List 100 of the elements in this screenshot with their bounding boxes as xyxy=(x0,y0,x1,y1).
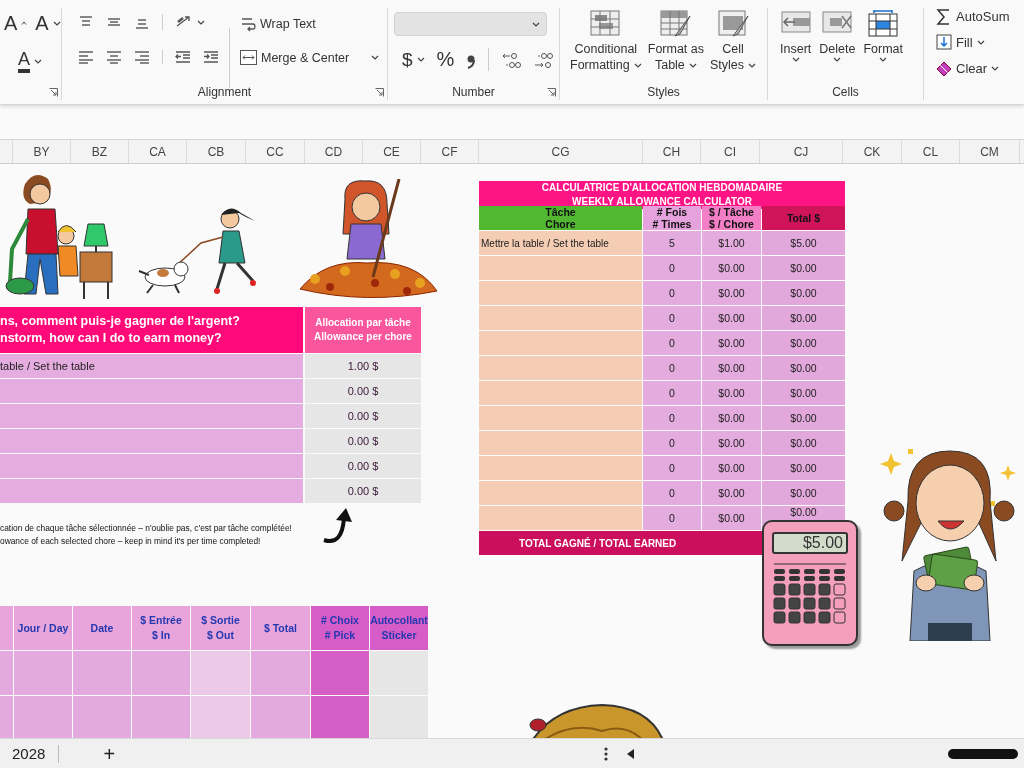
percent-button[interactable]: % xyxy=(436,48,455,71)
caret-icon xyxy=(371,55,380,60)
table-cell: Mettre la table / Set the table xyxy=(479,231,642,255)
conditional-formatting-icon xyxy=(590,10,622,37)
column-header[interactable]: CJ xyxy=(760,140,843,163)
align-right-icon[interactable] xyxy=(134,50,150,64)
table-cell: 1.00 $ xyxy=(305,354,421,378)
table-cell: 0 xyxy=(643,356,701,380)
column-header[interactable]: CL xyxy=(902,140,960,163)
table-cell: $0.00 xyxy=(702,456,761,480)
column-header[interactable]: CG xyxy=(479,140,643,163)
cell-styles-button[interactable]: Cell Styles xyxy=(710,10,757,73)
column-header[interactable]: CF xyxy=(421,140,479,163)
table-cell: $0.00 xyxy=(762,331,845,355)
wrap-text-icon xyxy=(240,16,256,32)
eraser-icon xyxy=(936,60,952,77)
table-cell: $1.00 xyxy=(702,231,761,255)
note-text: cation de chaque tâche sélectionnée – n'oublie pas, c'est par tâche complétée! xyxy=(0,522,293,535)
group-label: Number xyxy=(452,85,495,99)
column-header[interactable]: BZ xyxy=(71,140,129,163)
column-header: Total $ xyxy=(762,206,845,230)
table-cell xyxy=(73,696,131,738)
caret-icon xyxy=(633,62,642,68)
column-header[interactable]: CA xyxy=(129,140,187,163)
header-text: ns, comment puis-je gagner de l'argent? xyxy=(0,313,241,330)
wrap-text-button[interactable]: Wrap Text xyxy=(240,16,380,32)
font-color-button[interactable]: A xyxy=(18,50,42,73)
format-cells-button[interactable]: Format xyxy=(863,10,903,62)
delete-cells-button[interactable]: Delete xyxy=(819,10,856,62)
table-cell: $5.00 xyxy=(762,231,845,255)
table-cell: $0.00 xyxy=(762,431,845,455)
add-sheet-button[interactable]: + xyxy=(103,743,116,764)
table-cell: $0.00 xyxy=(762,406,845,430)
table-cell xyxy=(191,651,250,695)
decrease-indent-icon[interactable] xyxy=(175,50,191,64)
caret-icon xyxy=(416,57,425,62)
caret-icon xyxy=(991,66,1000,71)
decrease-decimal-icon[interactable] xyxy=(533,50,554,69)
shrink-font-button[interactable]: A xyxy=(35,12,61,34)
column-header[interactable]: CD xyxy=(305,140,363,163)
table-cell: $0.00 xyxy=(762,456,845,480)
more-options-icon[interactable] xyxy=(604,746,609,761)
table-cell: $0.00 xyxy=(702,381,761,405)
grow-font-button[interactable]: A xyxy=(4,12,28,34)
insert-cells-button[interactable]: Insert xyxy=(780,10,812,62)
align-center-icon[interactable] xyxy=(106,50,122,64)
table-cell: $0.00 xyxy=(762,356,845,380)
table-cell: 0.00 $ xyxy=(305,479,421,503)
scrollbar-thumb[interactable] xyxy=(948,748,1019,759)
align-middle-icon[interactable] xyxy=(106,15,122,29)
column-header[interactable]: CI xyxy=(701,140,760,163)
table-cell xyxy=(0,651,13,695)
table-cell: $0.00 xyxy=(702,481,761,505)
column-header[interactable]: CB xyxy=(187,140,246,163)
align-top-icon[interactable] xyxy=(78,15,94,29)
dialog-launcher-icon[interactable] xyxy=(547,88,556,97)
increase-decimal-icon[interactable] xyxy=(501,50,522,69)
column-header[interactable]: CC xyxy=(246,140,305,163)
column-header[interactable]: CE xyxy=(363,140,421,163)
table-cell xyxy=(14,651,72,695)
column-header[interactable]: CH xyxy=(643,140,701,163)
header-text: $ / Tâche xyxy=(709,206,754,218)
autosum-button[interactable]: AutoSum xyxy=(936,8,1010,25)
column-header[interactable]: CK xyxy=(843,140,902,163)
currency-button[interactable]: $ xyxy=(402,48,425,71)
caret-up-icon xyxy=(21,21,28,25)
header-text: nstorm, how can I do to earn money? xyxy=(0,330,223,347)
column-header[interactable]: CM xyxy=(960,140,1020,163)
table-cell: 0 xyxy=(643,506,701,530)
dialog-launcher-icon[interactable] xyxy=(375,88,384,97)
fill-button[interactable]: Fill xyxy=(936,34,1010,51)
table-cell: $0.00 xyxy=(762,381,845,405)
table-cell xyxy=(132,696,190,738)
conditional-formatting-button[interactable]: Conditional Formatting xyxy=(570,10,642,73)
cell-brush-icon xyxy=(717,10,749,37)
format-as-table-button[interactable]: Format as Table xyxy=(647,10,704,73)
group-label: Cells xyxy=(832,85,859,99)
table-cell xyxy=(311,696,369,738)
increase-indent-icon[interactable] xyxy=(203,50,219,64)
table-cell: $0.00 xyxy=(702,431,761,455)
header-text: # Times xyxy=(652,218,692,230)
dialog-launcher-icon[interactable] xyxy=(49,88,58,97)
align-left-icon[interactable] xyxy=(78,50,94,64)
merge-center-button[interactable]: Merge & Center xyxy=(240,50,350,65)
table-cell: 5 xyxy=(643,231,701,255)
caret-icon xyxy=(748,62,757,68)
scroll-left-icon[interactable] xyxy=(627,748,636,759)
header-text: Tâche xyxy=(545,206,576,218)
column-header[interactable]: BY xyxy=(13,140,71,163)
caret-icon xyxy=(791,57,800,62)
table-cell: $0.00 xyxy=(762,281,845,305)
table-cell xyxy=(0,696,13,738)
header-text: Autocollant xyxy=(370,613,428,628)
clear-button[interactable]: Clear xyxy=(936,60,1010,77)
table-title: WEEKLY ALLOWANCE CALCULATOR xyxy=(572,195,752,208)
group-label: Styles xyxy=(647,85,680,99)
table-cell: 0 xyxy=(643,481,701,505)
sheet-tab[interactable]: 2028 xyxy=(0,745,59,762)
table-cell: 0.00 $ xyxy=(305,429,421,453)
table-cell: $0.00 xyxy=(762,256,845,280)
